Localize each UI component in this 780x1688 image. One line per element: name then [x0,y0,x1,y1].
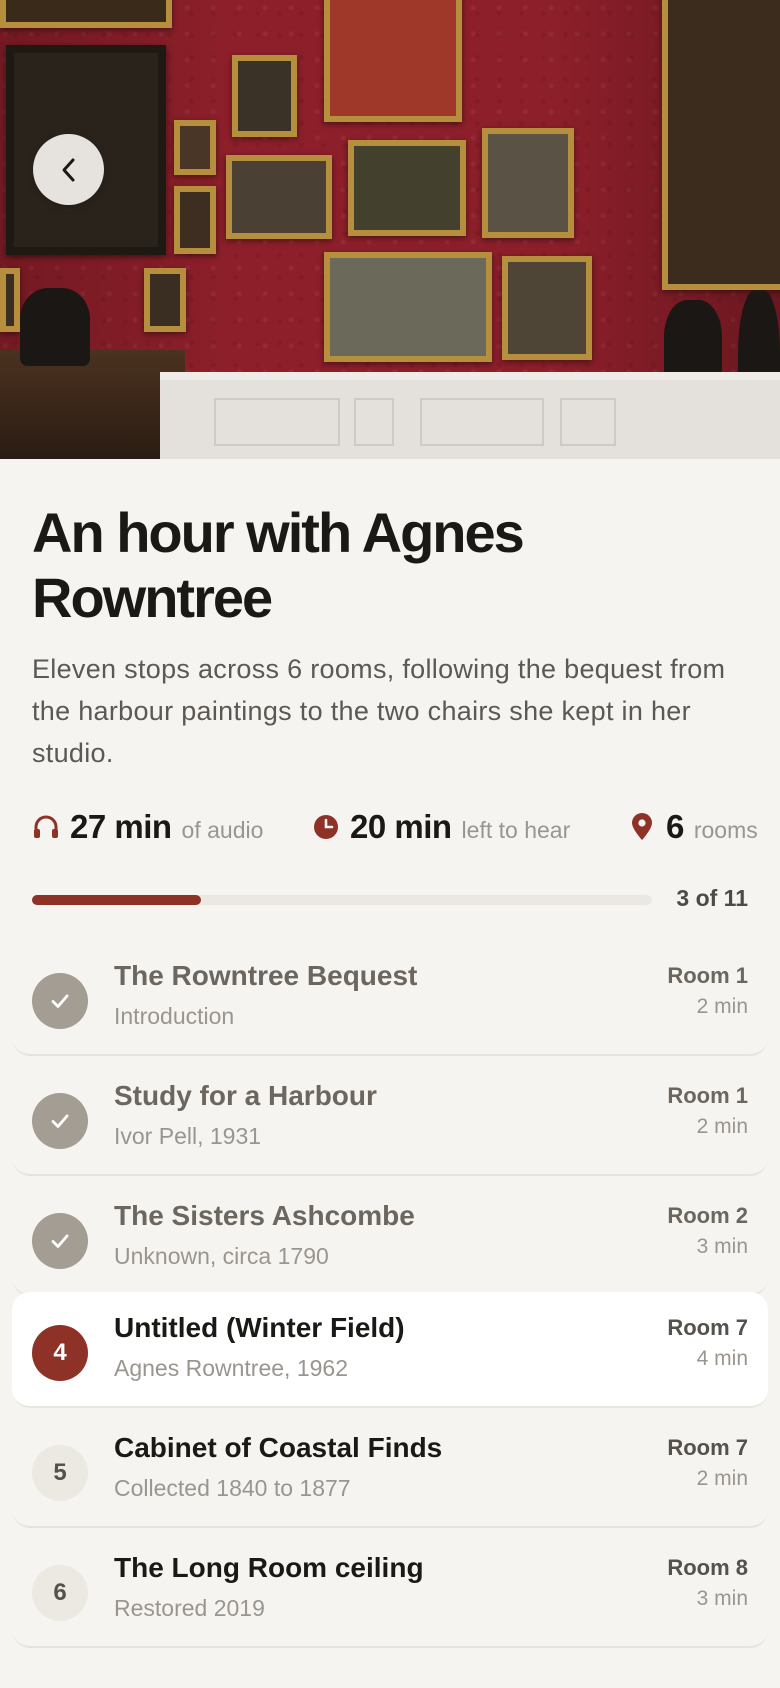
stop-title: Cabinet of Coastal Finds [114,1432,443,1463]
tour-stats: 27 min of audio 20 min left to hear 6 ro… [32,808,780,858]
stat-rooms-value: 6 [666,808,684,845]
wainscot-panel [560,398,616,446]
stop-room: Room 1 [667,1083,748,1108]
wainscot-panel [214,398,340,446]
stop-subtitle: Introduction [114,1003,235,1029]
stop-subtitle: Collected 1840 to 1877 [114,1475,351,1501]
stop-duration: 4 min [696,1347,748,1370]
stop-row[interactable]: The Rowntree Bequest Introduction Room 1 2 … [12,940,768,1056]
stop-duration: 2 min [696,995,748,1018]
stop-duration: 2 min [696,1467,748,1490]
stat-audio-label: of audio [181,817,264,843]
check-icon [32,1093,88,1149]
stop-room: Room 1 [667,963,748,988]
check-icon [32,1213,88,1269]
progress-fill [32,895,202,905]
stop-title: The Sisters Ashcombe [114,1200,415,1231]
stop-room: Room 7 [667,1315,748,1340]
chevron-left-icon [62,158,74,181]
stop-subtitle: Restored 2019 [114,1595,265,1621]
stat-left: 20 min left to hear [312,808,570,846]
back-button[interactable] [33,134,104,205]
painting-frame [502,256,592,360]
painting-frame [482,128,574,238]
wainscot-panel [354,398,394,446]
progress-bar [32,895,652,905]
location-pin-icon [632,813,652,840]
statue [20,288,90,366]
painting-frame [174,186,216,254]
painting-frame [324,252,492,362]
stop-title: Untitled (Winter Field) [114,1312,405,1343]
stat-left-value: 20 min [350,808,452,845]
stat-left-label: left to hear [461,817,571,843]
stop-title: The Long Room ceiling [114,1552,424,1583]
stat-rooms-label: rooms [693,817,758,843]
painting-frame [174,120,216,175]
stop-subtitle: Agnes Rowntree, 1962 [114,1355,348,1381]
painting-frame [226,155,332,239]
stop-room: Room 2 [667,1203,748,1228]
hero-image [0,0,780,459]
stop-subtitle: Unknown, circa 1790 [114,1243,329,1269]
painting-frame [232,55,297,137]
wainscot-panel [420,398,544,446]
tour-description: Eleven stops across 6 rooms, following t… [32,654,726,768]
painting-frame [324,0,462,122]
stat-rooms: 6 rooms [628,808,758,846]
progress-count: 3 of 11 [676,885,748,911]
stop-row[interactable]: 5 Cabinet of Coastal Finds Collected 1840 … [12,1412,768,1528]
stop-title: Study for a Harbour [114,1080,377,1111]
stop-title: The Rowntree Bequest [114,960,418,991]
stat-audio-value: 27 min [70,808,172,845]
stop-number-badge: 6 [32,1565,88,1621]
painting-frame [144,268,186,332]
clock-icon [314,815,338,839]
painting-frame [0,268,20,332]
stop-room: Room 7 [667,1435,748,1460]
painting-frame [662,0,780,290]
stop-subtitle: Ivor Pell, 1931 [114,1123,262,1149]
painting-frame [348,140,466,236]
stop-room: Room 8 [667,1555,748,1580]
stop-duration: 3 min [696,1587,748,1610]
stop-row[interactable]: 6 The Long Room ceiling Restored 2019 Room … [12,1532,768,1648]
stop-duration: 3 min [696,1235,748,1258]
stop-row[interactable]: Study for a Harbour Ivor Pell, 1931 Room 1… [12,1060,768,1176]
stop-row[interactable]: The Sisters Ashcombe Unknown, circa 1790 R… [12,1180,768,1296]
stop-number-badge: 5 [32,1445,88,1501]
headphones-icon [34,815,58,838]
page-title: An hour with Agnes Rowntree [32,501,525,629]
painting-frame [0,0,172,28]
stat-audio: 27 min of audio [32,808,263,846]
stop-number-badge: 4 [32,1325,88,1381]
check-icon [32,973,88,1029]
stop-duration: 2 min [696,1115,748,1138]
stop-row[interactable]: 4 Untitled (Winter Field) Agnes Rowntree, … [12,1292,768,1408]
side-table [0,350,185,459]
